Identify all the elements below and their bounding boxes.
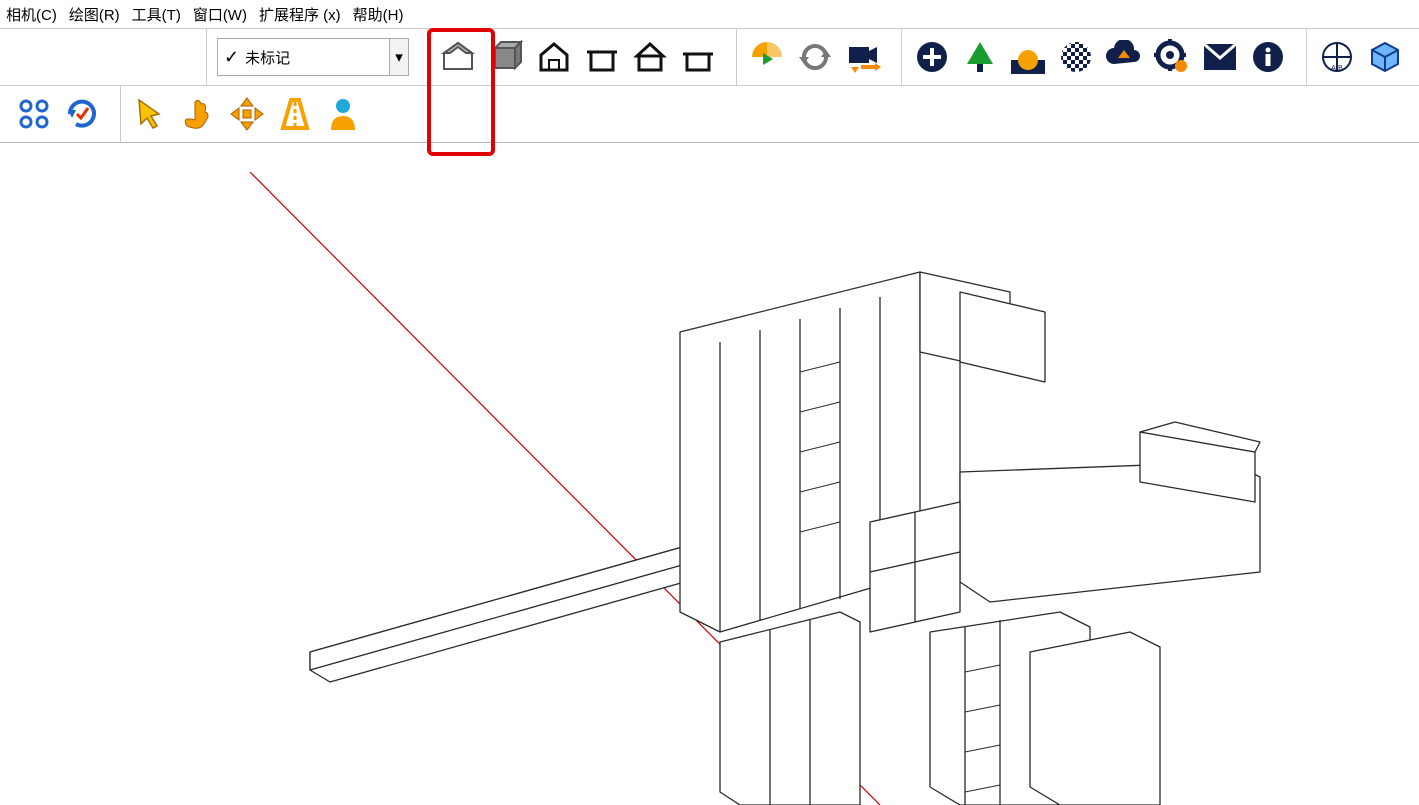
checker-sphere-icon[interactable] [1056, 37, 1096, 77]
compass-icon[interactable]: A-B [1317, 37, 1357, 77]
tree-icon[interactable] [960, 37, 1000, 77]
toolbar-row-1: ✓ 未标记 ▾ [0, 29, 1419, 86]
menu-draw[interactable]: 绘图(R) [69, 4, 120, 25]
menu-window[interactable]: 窗口(W) [193, 4, 247, 25]
dropdown-label: 未标记 [245, 47, 389, 68]
mail-icon[interactable] [1200, 37, 1240, 77]
molecules-icon[interactable] [14, 94, 54, 134]
move-arrows-icon[interactable] [227, 94, 267, 134]
menu-extensions[interactable]: 扩展程序 (x) [259, 4, 341, 25]
hand-tap-icon[interactable] [179, 94, 219, 134]
plus-circle-icon[interactable] [912, 37, 952, 77]
3d-viewport[interactable] [0, 172, 1419, 805]
sync-icon[interactable] [795, 37, 835, 77]
menu-tools[interactable]: 工具(T) [132, 4, 181, 25]
house-outline-icon[interactable] [534, 37, 574, 77]
yellow-arrow-select-icon[interactable] [131, 94, 171, 134]
refresh-check-icon[interactable] [62, 94, 102, 134]
road-perspective-icon[interactable] [275, 94, 315, 134]
blue-cube-icon[interactable] [1365, 37, 1405, 77]
person-icon[interactable] [323, 94, 363, 134]
house-flat-roof2-icon[interactable] [678, 37, 718, 77]
menu-help[interactable]: 帮助(H) [353, 4, 404, 25]
chevron-down-icon[interactable]: ▾ [389, 39, 408, 75]
box-3d-icon[interactable] [486, 37, 526, 77]
info-circle-icon[interactable] [1248, 37, 1288, 77]
check-icon: ✓ [218, 47, 245, 68]
toolbar-row-2 [0, 86, 1419, 143]
enscape-logo-icon[interactable] [747, 37, 787, 77]
svg-text:A-B: A-B [1331, 65, 1343, 72]
camera-orange-icon[interactable] [843, 37, 883, 77]
menu-camera[interactable]: 相机(C) [6, 4, 57, 25]
house-flat-roof-icon[interactable] [582, 37, 622, 77]
tags-dropdown[interactable]: ✓ 未标记 ▾ [217, 38, 409, 76]
menu-bar: 相机(C) 绘图(R) 工具(T) 窗口(W) 扩展程序 (x) 帮助(H) [0, 0, 1419, 29]
sun-horizon-icon[interactable] [1008, 37, 1048, 77]
cloud-upload-icon[interactable] [1104, 37, 1144, 77]
house-3d-icon[interactable] [438, 37, 478, 77]
house-peak-icon[interactable] [630, 37, 670, 77]
gear-icon[interactable] [1152, 37, 1192, 77]
